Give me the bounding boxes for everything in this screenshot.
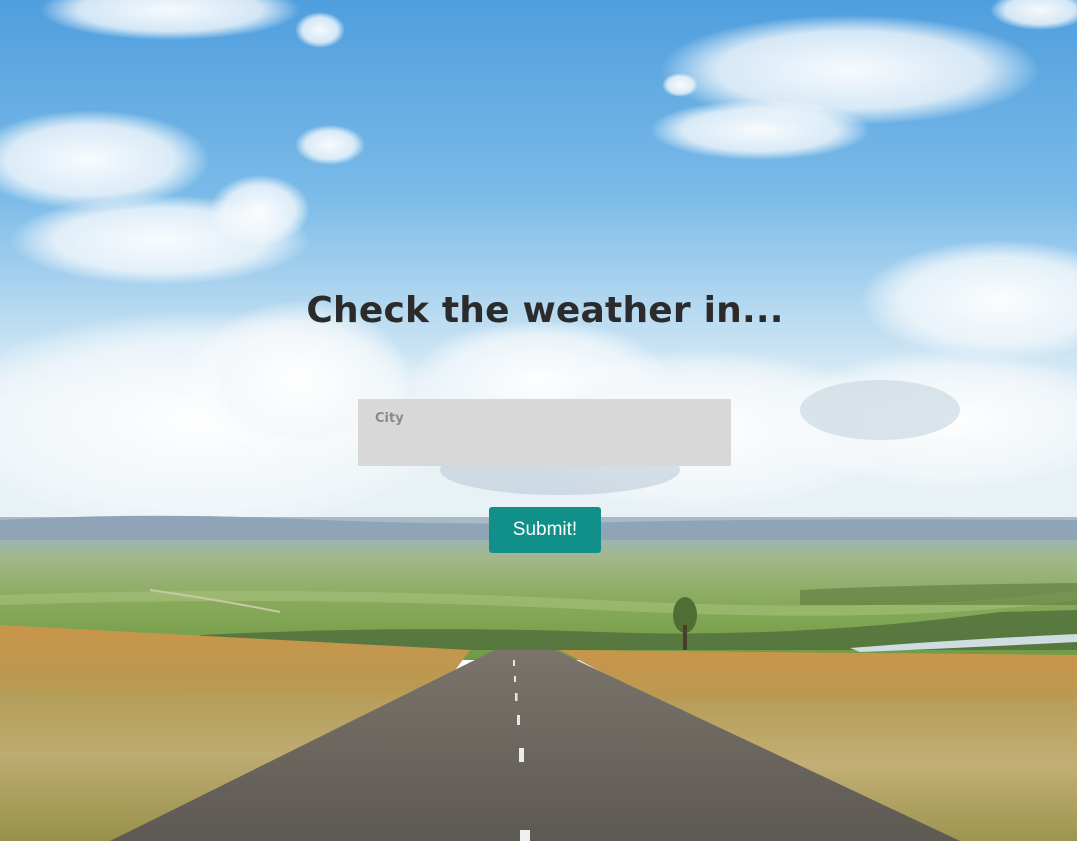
weather-form-container: Check the weather in... Submit! [0,0,1077,841]
weather-app-page: Check the weather in... Submit! [0,0,1077,841]
city-input[interactable] [358,399,731,437]
city-input-box[interactable] [358,399,731,466]
page-title: Check the weather in... [306,290,784,331]
submit-button[interactable]: Submit! [489,507,601,553]
